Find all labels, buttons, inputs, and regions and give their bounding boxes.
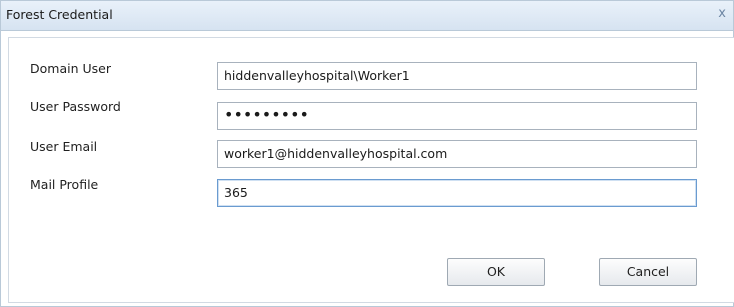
- domain-user-input[interactable]: hiddenvalleyhospital\Worker1: [217, 62, 697, 90]
- user-email-input[interactable]: worker1@hiddenvalleyhospital.com: [217, 140, 697, 168]
- dialog-title: Forest Credential: [6, 7, 113, 22]
- mail-profile-label: Mail Profile: [30, 177, 99, 192]
- mail-profile-input[interactable]: 365: [217, 179, 697, 207]
- title-bar: Forest Credential x: [1, 1, 733, 31]
- close-icon[interactable]: x: [718, 6, 726, 21]
- user-password-input[interactable]: •••••••••: [217, 102, 697, 130]
- user-password-label: User Password: [30, 99, 121, 114]
- domain-user-label: Domain User: [30, 61, 111, 76]
- cancel-button[interactable]: Cancel: [599, 258, 697, 286]
- user-email-label: User Email: [30, 139, 98, 154]
- dialog-body: Domain User hiddenvalleyhospital\Worker1…: [8, 37, 734, 303]
- ok-button[interactable]: OK: [447, 258, 545, 286]
- forest-credential-dialog: Forest Credential x Domain User hiddenva…: [0, 0, 734, 307]
